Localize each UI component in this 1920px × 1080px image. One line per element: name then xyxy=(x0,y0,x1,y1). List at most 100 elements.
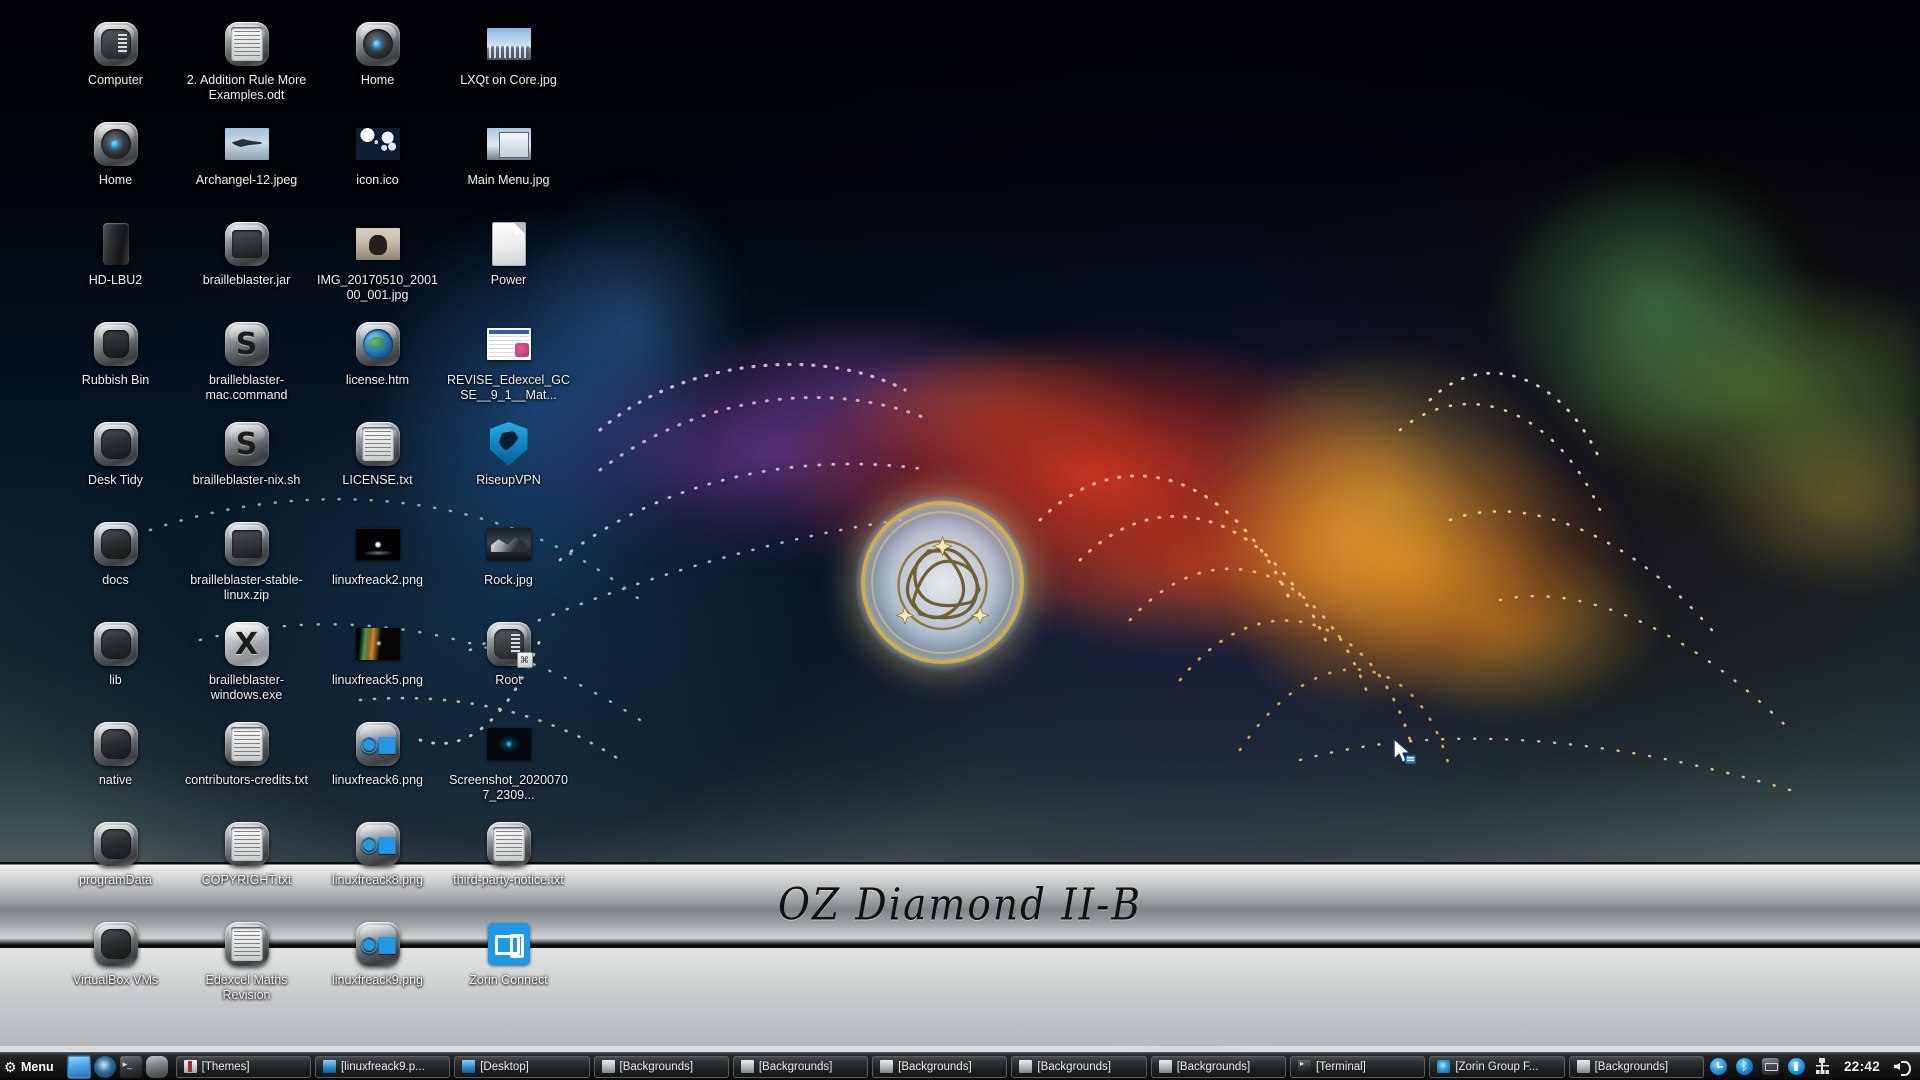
desktop-icon[interactable]: LXQt on Core.jpg xyxy=(443,14,574,114)
desktop-icon[interactable]: Rubbish Bin xyxy=(50,314,181,414)
taskbar-window-button[interactable]: [Themes] xyxy=(175,1055,311,1078)
desktop-icon[interactable]: RiseupVPN xyxy=(443,414,574,514)
taskbar-window-button[interactable]: [Backgrounds] xyxy=(1011,1055,1147,1078)
desktop-icon-label: brailleblaster-windows.exe xyxy=(208,673,285,702)
script-s-icon: S xyxy=(223,320,271,368)
image-viewer-icon: ◉■ xyxy=(354,720,402,768)
desktop-icon-label: Home xyxy=(98,173,133,187)
desktop-icon[interactable]: ◉■ linuxfreack6.png xyxy=(312,714,443,814)
desktop-icon[interactable]: ◉■ linuxfreack8.png xyxy=(312,814,443,914)
settings-launcher[interactable] xyxy=(145,1055,168,1078)
desktop-icon[interactable]: contributors-credits.txt xyxy=(181,714,312,814)
taskbar-window-button[interactable]: [Backgrounds] xyxy=(593,1055,729,1078)
desktop-icon-label: docs xyxy=(102,573,129,587)
desktop-icon[interactable]: Power xyxy=(443,214,574,314)
desktop-icon[interactable]: programData xyxy=(50,814,181,914)
window-icon xyxy=(601,1060,615,1073)
document-icon xyxy=(223,720,271,768)
taskbar-window-button[interactable]: [linuxfreack9.p... xyxy=(314,1055,451,1078)
file-manager-launcher[interactable] xyxy=(67,1055,90,1078)
volume-icon[interactable] xyxy=(1893,1058,1911,1076)
desktop-icon-label: LXQt on Core.jpg xyxy=(460,73,557,87)
start-menu-button[interactable]: ⚙ Menu xyxy=(0,1054,62,1080)
terminal-launcher[interactable] xyxy=(119,1055,142,1078)
folder-icon xyxy=(92,420,140,468)
desktop-icon[interactable]: ⌘ Root xyxy=(443,614,574,714)
desktop-icon[interactable]: Main Menu.jpg xyxy=(443,114,574,214)
desktop-icon[interactable]: Desk Tidy xyxy=(50,414,181,514)
desktop-icon[interactable]: Home xyxy=(312,14,443,114)
image-thumbnail-icon xyxy=(354,520,402,568)
taskbar-window-button[interactable]: [Backgrounds] xyxy=(872,1055,1008,1078)
desktop-icon[interactable]: VirtualBox VMs xyxy=(50,914,181,1014)
folder-icon xyxy=(92,520,140,568)
clock[interactable]: 22:42 xyxy=(1840,1059,1884,1074)
desktop-icon-label: lib xyxy=(109,673,122,687)
desktop-icon[interactable]: COPYRIGHT.txt xyxy=(181,814,312,914)
desktop-icon[interactable]: lib xyxy=(50,614,181,714)
desktop-icon[interactable]: icon.ico xyxy=(312,114,443,214)
desktop-icon[interactable]: Home xyxy=(50,114,181,214)
window-icon xyxy=(1576,1060,1590,1073)
desktop-icon-label: HD-LBU2 xyxy=(88,273,143,287)
network-tray-icon[interactable] xyxy=(1814,1058,1831,1075)
taskbar-window-button[interactable]: [Backgrounds] xyxy=(1568,1055,1704,1078)
bluetooth-tray-icon[interactable] xyxy=(1735,1058,1753,1075)
desktop-icon[interactable]: REVISE_Edexcel_GCSE__9_1__Mat... xyxy=(443,314,574,414)
desktop-icon[interactable]: Computer xyxy=(50,14,181,114)
desktop-icon[interactable]: linuxfreack5.png xyxy=(312,614,443,714)
desktop-icon[interactable]: native xyxy=(50,714,181,814)
desktop-icon[interactable]: Screenshot_20200707_2309... xyxy=(443,714,574,814)
desktop-icon[interactable]: docs xyxy=(50,514,181,614)
desktop-icon[interactable]: brailleblaster-stable-linux.zip xyxy=(181,514,312,614)
home-folder-icon xyxy=(92,120,140,168)
image-thumbnail-icon xyxy=(485,720,533,768)
desktop-icon[interactable]: ◉■ linuxfreack9.png xyxy=(312,914,443,1014)
window-icon xyxy=(183,1060,197,1073)
software-updater-tray-icon[interactable] xyxy=(1709,1058,1727,1075)
display-tray-icon[interactable] xyxy=(1761,1058,1779,1075)
image-thumbnail-icon xyxy=(485,320,533,368)
desktop-icon[interactable]: Sbrailleblaster-nix.sh xyxy=(181,414,312,514)
globe-html-icon xyxy=(354,320,402,368)
image-thumbnail-icon xyxy=(485,520,533,568)
desktop-icon[interactable]: Rock.jpg xyxy=(443,514,574,614)
desktop-icon[interactable]: Zorin Connect xyxy=(443,914,574,1014)
desktop-icon[interactable]: Edexcel Maths Revision xyxy=(181,914,312,1014)
desktop-icon[interactable]: Archangel-12.jpeg xyxy=(181,114,312,214)
desktop[interactable]: .dot { fill:none; stroke-linecap:round; … xyxy=(0,0,1920,1080)
folder-icon xyxy=(92,720,140,768)
window-icon xyxy=(1298,1059,1312,1073)
desktop-icon-label: linuxfreack2.png xyxy=(331,573,424,587)
taskbar-window-button[interactable]: [Desktop] xyxy=(454,1055,590,1078)
quick-launch-bar xyxy=(62,1055,170,1078)
image-thumbnail-icon xyxy=(354,620,402,668)
usb-device-tray-icon[interactable] xyxy=(1787,1058,1805,1075)
taskbar[interactable]: ⚙ Menu [Themes] [linuxfreack9.p... [Deskto… xyxy=(0,1052,1920,1080)
desktop-icon[interactable]: brailleblaster.jar xyxy=(181,214,312,314)
zorin-connect-icon xyxy=(485,920,533,968)
desktop-icon[interactable]: HD-LBU2 xyxy=(50,214,181,314)
desktop-icon-label: Home xyxy=(360,73,395,87)
desktop-icon[interactable]: license.htm xyxy=(312,314,443,414)
desktop-icon[interactable]: LICENSE.txt xyxy=(312,414,443,514)
taskbar-window-button[interactable]: [Backgrounds] xyxy=(732,1055,869,1078)
desktop-icon-label: IMG_20170510_200100_001.jpg xyxy=(317,273,438,302)
taskbar-window-button[interactable]: [Backgrounds] xyxy=(1150,1055,1287,1078)
desktop-icon[interactable]: third-party-notice.txt xyxy=(443,814,574,914)
desktop-icon[interactable]: 2. Addition Rule More Examples.odt xyxy=(181,14,312,114)
desktop-icon[interactable]: Sbrailleblaster-mac.command xyxy=(181,314,312,414)
desktop-icon-label: brailleblaster.jar xyxy=(202,273,291,287)
gear-icon: ⚙ xyxy=(4,1058,17,1075)
rubbish-bin-icon xyxy=(92,320,140,368)
desktop-icon[interactable]: Xbrailleblaster-windows.exe xyxy=(181,614,312,714)
document-icon xyxy=(485,820,533,868)
web-browser-launcher[interactable] xyxy=(93,1055,116,1078)
desktop-icon-label: native xyxy=(98,773,133,787)
desktop-icon-label: VirtualBox VMs xyxy=(72,973,159,987)
desktop-icon[interactable]: IMG_20170510_200100_001.jpg xyxy=(312,214,443,314)
taskbar-window-button[interactable]: [Zorin Group F... xyxy=(1429,1055,1565,1078)
desktop-icon-label: 2. Addition Rule More Examples.odt xyxy=(186,73,307,102)
desktop-icon[interactable]: linuxfreack2.png xyxy=(312,514,443,614)
taskbar-window-button[interactable]: [Terminal] xyxy=(1290,1055,1426,1078)
